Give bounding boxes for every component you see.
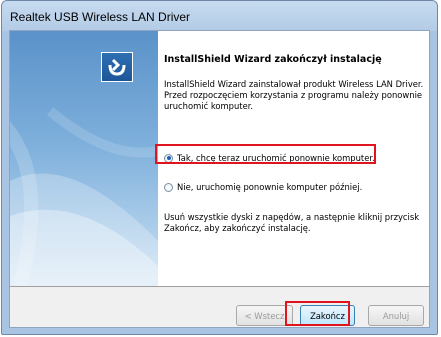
cancel-button[interactable]: Anuluj <box>368 305 424 326</box>
wizard-side-banner <box>10 31 158 286</box>
button-separator <box>10 286 429 287</box>
installer-window: Realtek USB Wireless LAN Driver InstallS… <box>1 0 438 335</box>
restart-later-label[interactable]: Nie, uruchomię ponownie komputer później… <box>177 182 362 192</box>
finish-button[interactable]: Zakończ <box>300 305 355 326</box>
title-bar[interactable]: Realtek USB Wireless LAN Driver <box>2 1 437 31</box>
restart-now-option[interactable]: Tak, chcę teraz uruchomić ponownie kompu… <box>164 151 375 165</box>
restart-now-radio[interactable] <box>164 153 173 163</box>
installshield-logo-icon <box>101 52 133 82</box>
wizard-description: InstallShield Wizard zainstalował produk… <box>164 79 424 111</box>
wizard-dialog: InstallShield Wizard zakończył instalacj… <box>9 30 430 328</box>
restart-now-label[interactable]: Tak, chcę teraz uruchomić ponownie kompu… <box>177 153 375 163</box>
wizard-content: InstallShield Wizard zakończył instalacj… <box>158 31 429 286</box>
wizard-heading: InstallShield Wizard zakończył instalacj… <box>164 54 382 65</box>
banner-decoration <box>10 107 158 286</box>
back-button[interactable]: < Wstecz <box>236 305 293 326</box>
restart-later-radio[interactable] <box>164 182 173 192</box>
window-title: Realtek USB Wireless LAN Driver <box>10 10 191 24</box>
restart-later-option[interactable]: Nie, uruchomię ponownie komputer później… <box>164 180 362 194</box>
wizard-note: Usuń wszystkie dyski z napędów, a następ… <box>164 212 420 233</box>
